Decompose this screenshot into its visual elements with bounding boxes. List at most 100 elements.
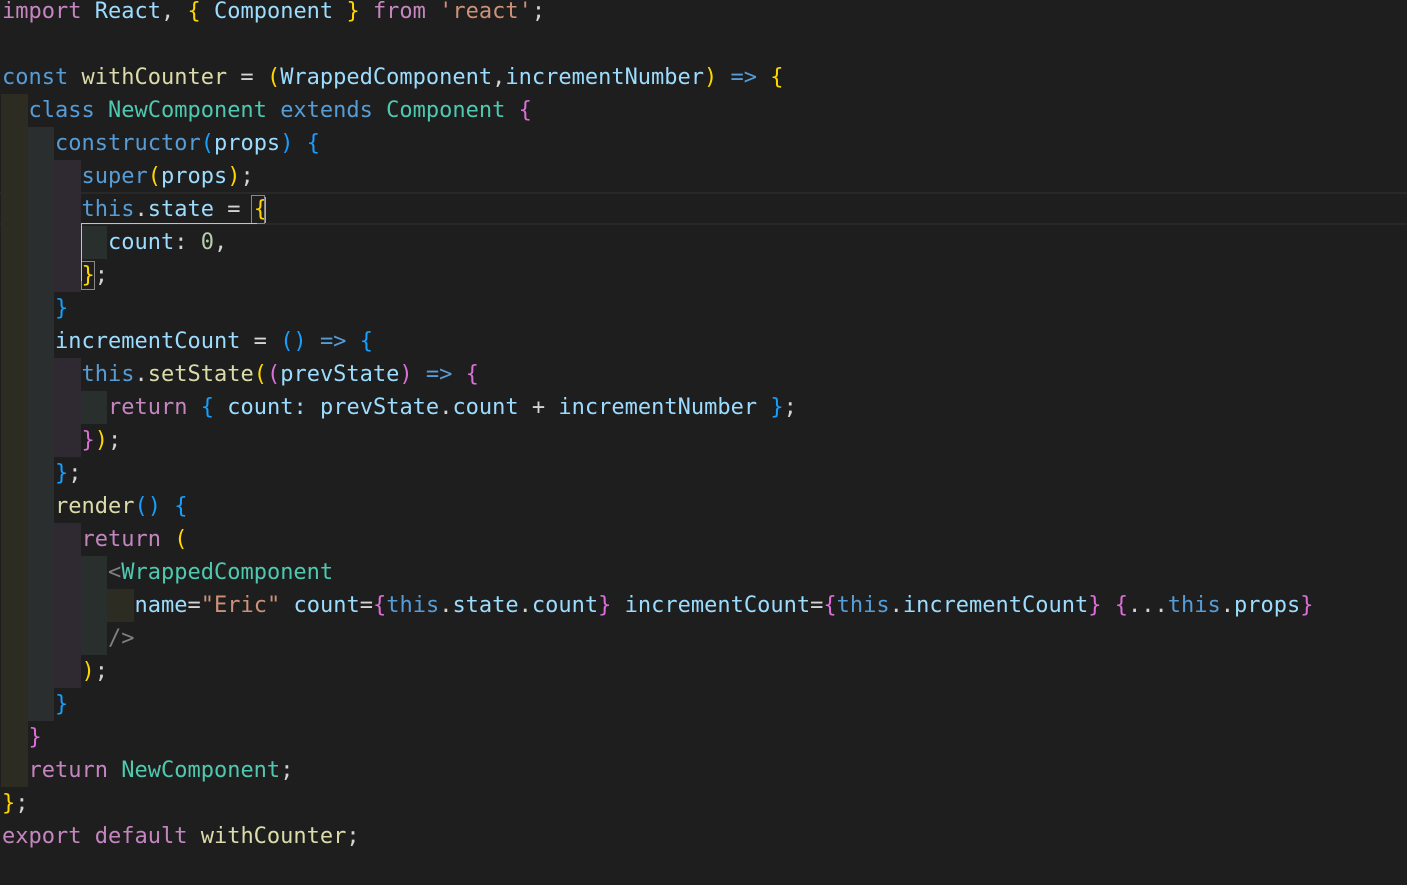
code-token: withCounter — [81, 65, 228, 90]
code-text: render() { — [55, 490, 187, 523]
code-line: constructor(props) { — [0, 127, 1407, 160]
code-token: () — [280, 329, 307, 354]
code-text: class NewComponent extends Component { — [29, 94, 532, 127]
code-token: { — [174, 494, 188, 519]
code-token: incrementCount — [55, 329, 241, 354]
code-token: { — [770, 65, 784, 90]
code-line: }); — [0, 424, 1407, 457]
code-token: = — [227, 65, 267, 90]
code-token: count — [293, 593, 360, 618]
indent-guide — [27, 688, 54, 721]
code-token: ; — [531, 0, 546, 24]
code-text: ); — [82, 655, 109, 688]
code-token: } — [1300, 593, 1314, 618]
code-token: . — [1220, 593, 1234, 618]
code-token: state — [452, 593, 519, 618]
code-token: } — [770, 395, 784, 420]
code-text: count: 0, — [108, 226, 227, 259]
code-token: name — [134, 593, 188, 618]
code-token: ( — [174, 527, 188, 552]
indent-guide — [54, 556, 81, 589]
code-line: name="Eric" count={this.state.count} inc… — [0, 589, 1407, 622]
code-text: constructor(props) { — [55, 127, 320, 160]
indent-guide — [54, 589, 81, 622]
code-token: ) — [227, 164, 241, 189]
code-text: return ( — [82, 523, 188, 556]
indent-guide — [27, 193, 54, 226]
indent-guide — [54, 391, 81, 424]
code-token: = — [213, 197, 254, 222]
indent-guide — [27, 490, 54, 523]
indent-guide — [1, 523, 28, 556]
code-line: this.setState((prevState) => { — [0, 358, 1407, 391]
code-token: "Eric" — [200, 593, 281, 618]
code-token: , — [213, 230, 228, 255]
code-token: ; — [346, 824, 360, 849]
code-token: NewComponent — [121, 758, 281, 783]
indent-guide — [1, 424, 28, 457]
indent-guide — [27, 259, 54, 292]
code-token: () — [134, 494, 161, 519]
code-line: } — [0, 292, 1407, 325]
code-editor[interactable]: import React, { Component } from 'react'… — [0, 0, 1407, 885]
code-line: class NewComponent extends Component { — [0, 94, 1407, 127]
indent-guide — [1, 94, 28, 127]
indent-guide — [27, 391, 54, 424]
indent-guide — [80, 556, 107, 589]
code-text: incrementCount = () => { — [55, 325, 373, 358]
code-line: }; — [0, 787, 1407, 820]
code-token: = — [187, 593, 201, 618]
indent-guide — [1, 259, 28, 292]
code-token: return — [28, 758, 108, 783]
code-token: { — [306, 131, 320, 156]
code-text: } — [55, 292, 68, 325]
code-token: { — [187, 0, 201, 24]
indent-guide — [27, 424, 54, 457]
code-token: } — [1088, 593, 1102, 618]
code-token: ( — [266, 362, 281, 387]
code-token: default — [94, 824, 188, 849]
code-token: ) — [94, 428, 108, 453]
indent-guide — [27, 655, 54, 688]
indent-guide — [80, 589, 107, 622]
code-line: count: 0, — [0, 226, 1407, 259]
code-line: const withCounter = (WrappedComponent,in… — [0, 61, 1407, 94]
code-token: Component — [386, 98, 506, 123]
code-token: { — [1114, 593, 1129, 618]
code-token: ... — [1128, 593, 1168, 618]
code-token: { — [372, 593, 387, 618]
indent-guide — [54, 523, 81, 556]
code-token: super — [81, 164, 148, 189]
indent-guide — [54, 424, 81, 457]
code-token: WrappedComponent — [121, 560, 334, 585]
code-token: import — [2, 0, 82, 24]
code-token: ) — [280, 131, 294, 156]
code-token: setState — [147, 362, 254, 387]
code-text: }); — [82, 424, 122, 457]
indent-guide — [1, 754, 28, 787]
code-token: NewComponent — [107, 98, 267, 123]
code-line: ); — [0, 655, 1407, 688]
code-token: class — [28, 98, 95, 123]
indent-guide — [1, 622, 28, 655]
indent-guide — [1, 688, 28, 721]
code-line: this.state = { — [0, 193, 1407, 226]
code-token: ; — [280, 758, 294, 783]
code-token: } — [346, 0, 360, 24]
code-token: } — [598, 593, 612, 618]
code-token: return — [108, 395, 188, 420]
code-token: this — [81, 197, 135, 222]
code-token: export — [2, 824, 82, 849]
code-text: return { count: prevState.count + increm… — [108, 391, 797, 424]
indent-guide — [80, 622, 107, 655]
code-token: } — [2, 791, 16, 816]
